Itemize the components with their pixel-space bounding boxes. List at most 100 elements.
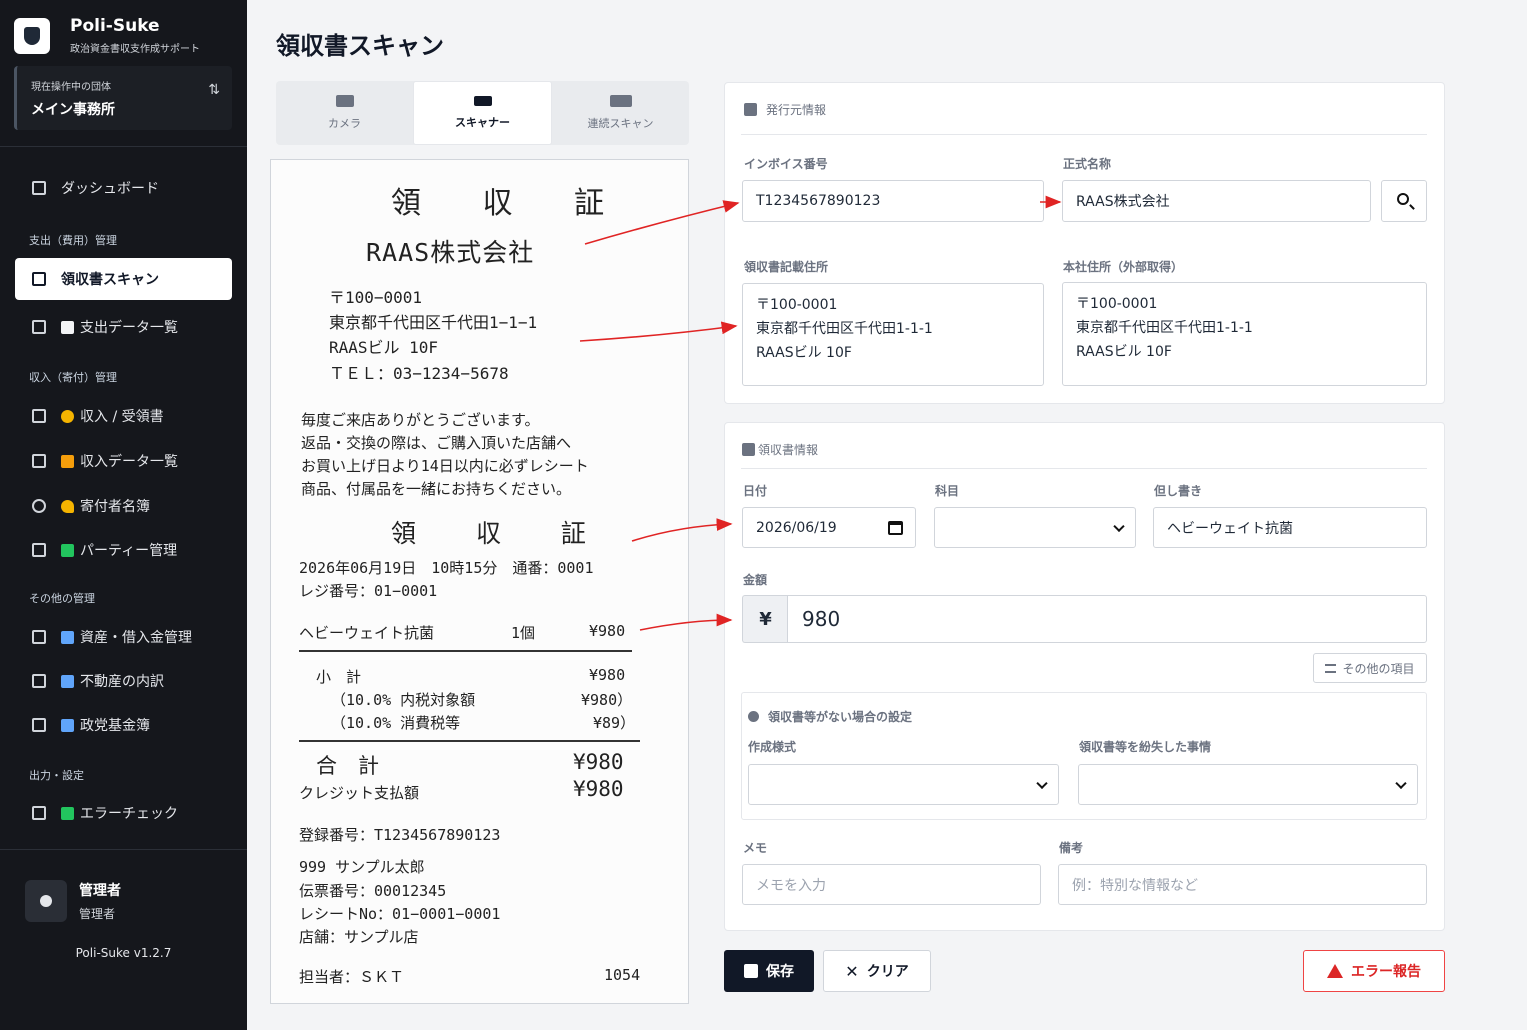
sidebar-item-label: 不動産の内訳 bbox=[80, 674, 164, 690]
sidebar-item-assets[interactable]: 資産・借入金管理 bbox=[15, 616, 232, 658]
proviso-field[interactable]: ヘビーウェイト抗菌 bbox=[1153, 507, 1427, 548]
receipt-tax-base-label: （10.0% 内税対象額 bbox=[331, 691, 476, 709]
receipt-building: RAASビル 10F bbox=[329, 338, 439, 357]
avatar bbox=[25, 880, 67, 922]
receipt-subtotal: ¥980 bbox=[589, 666, 626, 684]
format-select[interactable] bbox=[748, 764, 1059, 805]
address-line: RAASビル 10F bbox=[1076, 344, 1172, 360]
error-report-label: エラー報告 bbox=[1351, 964, 1421, 980]
warning-icon bbox=[1327, 964, 1343, 978]
user-role: 管理者 bbox=[79, 907, 116, 921]
sidebar-item-label: パーティー管理 bbox=[80, 543, 178, 559]
section-income: 収入（寄付）管理 bbox=[29, 371, 117, 384]
proviso-label: 但し書き bbox=[1154, 484, 1203, 498]
buildings-icon bbox=[32, 674, 46, 688]
app-subtitle: 政治資金書収支作成サポート bbox=[70, 44, 200, 55]
sidebar-item-dashboard[interactable]: ダッシュボード bbox=[15, 167, 232, 209]
swap-icon[interactable]: ⇅ bbox=[208, 82, 220, 98]
remarks-label: 備考 bbox=[1059, 841, 1084, 855]
sidebar-item-income-list[interactable]: 収入データ一覧 bbox=[15, 440, 232, 482]
amount-field[interactable]: 980 bbox=[787, 595, 1427, 643]
save-button[interactable]: 保存 bbox=[724, 950, 814, 992]
receipt-address-label: 領収書記載住所 bbox=[744, 260, 829, 274]
sidebar-item-party-fund[interactable]: 政党基金簿 bbox=[15, 704, 232, 746]
receipt-message: 商品、付属品を一緒にお持ちください。 bbox=[301, 480, 572, 498]
sidebar-item-donors[interactable]: 寄付者名簿 bbox=[15, 485, 232, 527]
org-switcher[interactable]: 現在操作中の団体 メイン事務所 ⇅ bbox=[14, 66, 232, 130]
chevron-down-icon bbox=[1113, 520, 1125, 532]
brand[interactable]: Poli-Suke 政治資金書収支作成サポート bbox=[14, 16, 200, 55]
sidebar-item-party[interactable]: パーティー管理 bbox=[15, 529, 232, 571]
sidebar-item-income[interactable]: 収入 / 受領書 bbox=[15, 395, 232, 437]
sidebar-item-error-check[interactable]: エラーチェック bbox=[15, 792, 232, 834]
receipt-subtotal-label: 小 計 bbox=[316, 668, 362, 686]
date-value: 2026/06/19 bbox=[756, 519, 837, 536]
other-fields-button[interactable]: その他の項目 bbox=[1313, 653, 1427, 683]
sidebar-divider bbox=[0, 849, 247, 850]
hq-address-field[interactable]: 〒100-0001 東京都千代田区千代田1-1-1 RAASビル 10F bbox=[1062, 282, 1427, 386]
other-fields-label: その他の項目 bbox=[1342, 661, 1415, 676]
section-output: 出力・設定 bbox=[29, 769, 84, 782]
receipt-message: 毎度ご来店ありがとうございます。 bbox=[301, 411, 540, 429]
continuous-scan-icon bbox=[609, 95, 632, 107]
memo-placeholder: メモを入力 bbox=[756, 877, 826, 894]
subject-select[interactable] bbox=[934, 507, 1136, 548]
official-name-field[interactable]: RAAS株式会社 bbox=[1062, 180, 1371, 222]
camera-icon bbox=[335, 95, 354, 107]
lost-reason-select[interactable] bbox=[1078, 764, 1418, 805]
close-icon: ✕ bbox=[845, 961, 859, 981]
tab-scanner[interactable]: スキャナー bbox=[413, 81, 552, 145]
calendar-icon[interactable] bbox=[888, 521, 903, 535]
section-other: その他の管理 bbox=[29, 592, 95, 605]
clear-label: クリア bbox=[866, 964, 909, 980]
remarks-placeholder: 例：特別な情報など bbox=[1072, 877, 1198, 894]
income-icon bbox=[32, 409, 46, 423]
memo-label: メモ bbox=[743, 841, 768, 855]
error-report-button[interactable]: エラー報告 bbox=[1303, 950, 1445, 992]
sidebar-item-label: ダッシュボード bbox=[61, 181, 159, 197]
search-icon bbox=[1397, 193, 1409, 205]
sidebar-item-expense-list[interactable]: 支出データ一覧 bbox=[15, 306, 232, 348]
receipt-total-label: 合 計 bbox=[316, 754, 379, 778]
currency-prefix: ¥ bbox=[742, 595, 788, 643]
receipt-rule bbox=[299, 740, 640, 742]
party-icon bbox=[32, 543, 46, 557]
receipt-title: 領 収 証 bbox=[391, 186, 631, 221]
receipt-credit-label: クレジット支払額 bbox=[299, 784, 420, 802]
receipt-address: 東京都千代田区千代田1−1−1 bbox=[329, 313, 538, 332]
receipt-reg-number: 登録番号：T1234567890123 bbox=[299, 826, 501, 844]
hq-address-label: 本社住所（外部取得） bbox=[1063, 260, 1184, 274]
user-icon bbox=[40, 895, 52, 907]
search-icon-handle bbox=[1409, 204, 1415, 210]
receipt-item-name: ヘビーウェイト抗菌 bbox=[299, 624, 435, 642]
tab-camera[interactable]: カメラ bbox=[276, 81, 413, 145]
party-popper-icon bbox=[61, 543, 74, 557]
search-button[interactable] bbox=[1381, 180, 1427, 222]
receipt-item-price: ¥980 bbox=[589, 622, 626, 640]
app-version: Poli-Suke v1.2.7 bbox=[75, 946, 172, 960]
receipt-tel: ＴＥＬ：03−1234−5678 bbox=[329, 364, 509, 383]
receipt-address-field[interactable]: 〒100-0001 東京都千代田区千代田1-1-1 RAASビル 10F bbox=[742, 283, 1044, 386]
memo-input[interactable]: メモを入力 bbox=[742, 864, 1041, 905]
address-line: 東京都千代田区千代田1-1-1 bbox=[756, 321, 933, 337]
org-label: 現在操作中の団体 bbox=[31, 82, 111, 93]
card-divider bbox=[741, 468, 1427, 469]
address-line: 〒100-0001 bbox=[756, 297, 838, 313]
calendar-emoji-icon bbox=[61, 454, 74, 468]
sidebar-item-label: 政党基金簿 bbox=[80, 718, 150, 734]
checklist-icon bbox=[32, 806, 46, 820]
clear-button[interactable]: ✕ クリア bbox=[823, 950, 931, 992]
date-input[interactable]: 2026/06/19 bbox=[742, 507, 916, 548]
receipt-tax-base: ¥980） bbox=[581, 691, 633, 709]
receipt-rule bbox=[299, 650, 632, 652]
tab-continuous-scan[interactable]: 連続スキャン bbox=[552, 81, 689, 145]
sidebar-item-real-estate[interactable]: 不動産の内訳 bbox=[15, 660, 232, 702]
remarks-input[interactable]: 例：特別な情報など bbox=[1058, 864, 1427, 905]
address-line: RAASビル 10F bbox=[756, 345, 852, 361]
sidebar-item-receipt-scan[interactable]: 領収書スキャン bbox=[15, 258, 232, 300]
receipt-message: お買い上げ日より14日以内に必ずレシート bbox=[301, 457, 589, 475]
invoice-number-field[interactable]: T1234567890123 bbox=[742, 180, 1044, 222]
user-name: 管理者 bbox=[79, 883, 121, 899]
user-profile[interactable]: 管理者 管理者 bbox=[25, 880, 121, 922]
address-line: 東京都千代田区千代田1-1-1 bbox=[1076, 320, 1253, 336]
